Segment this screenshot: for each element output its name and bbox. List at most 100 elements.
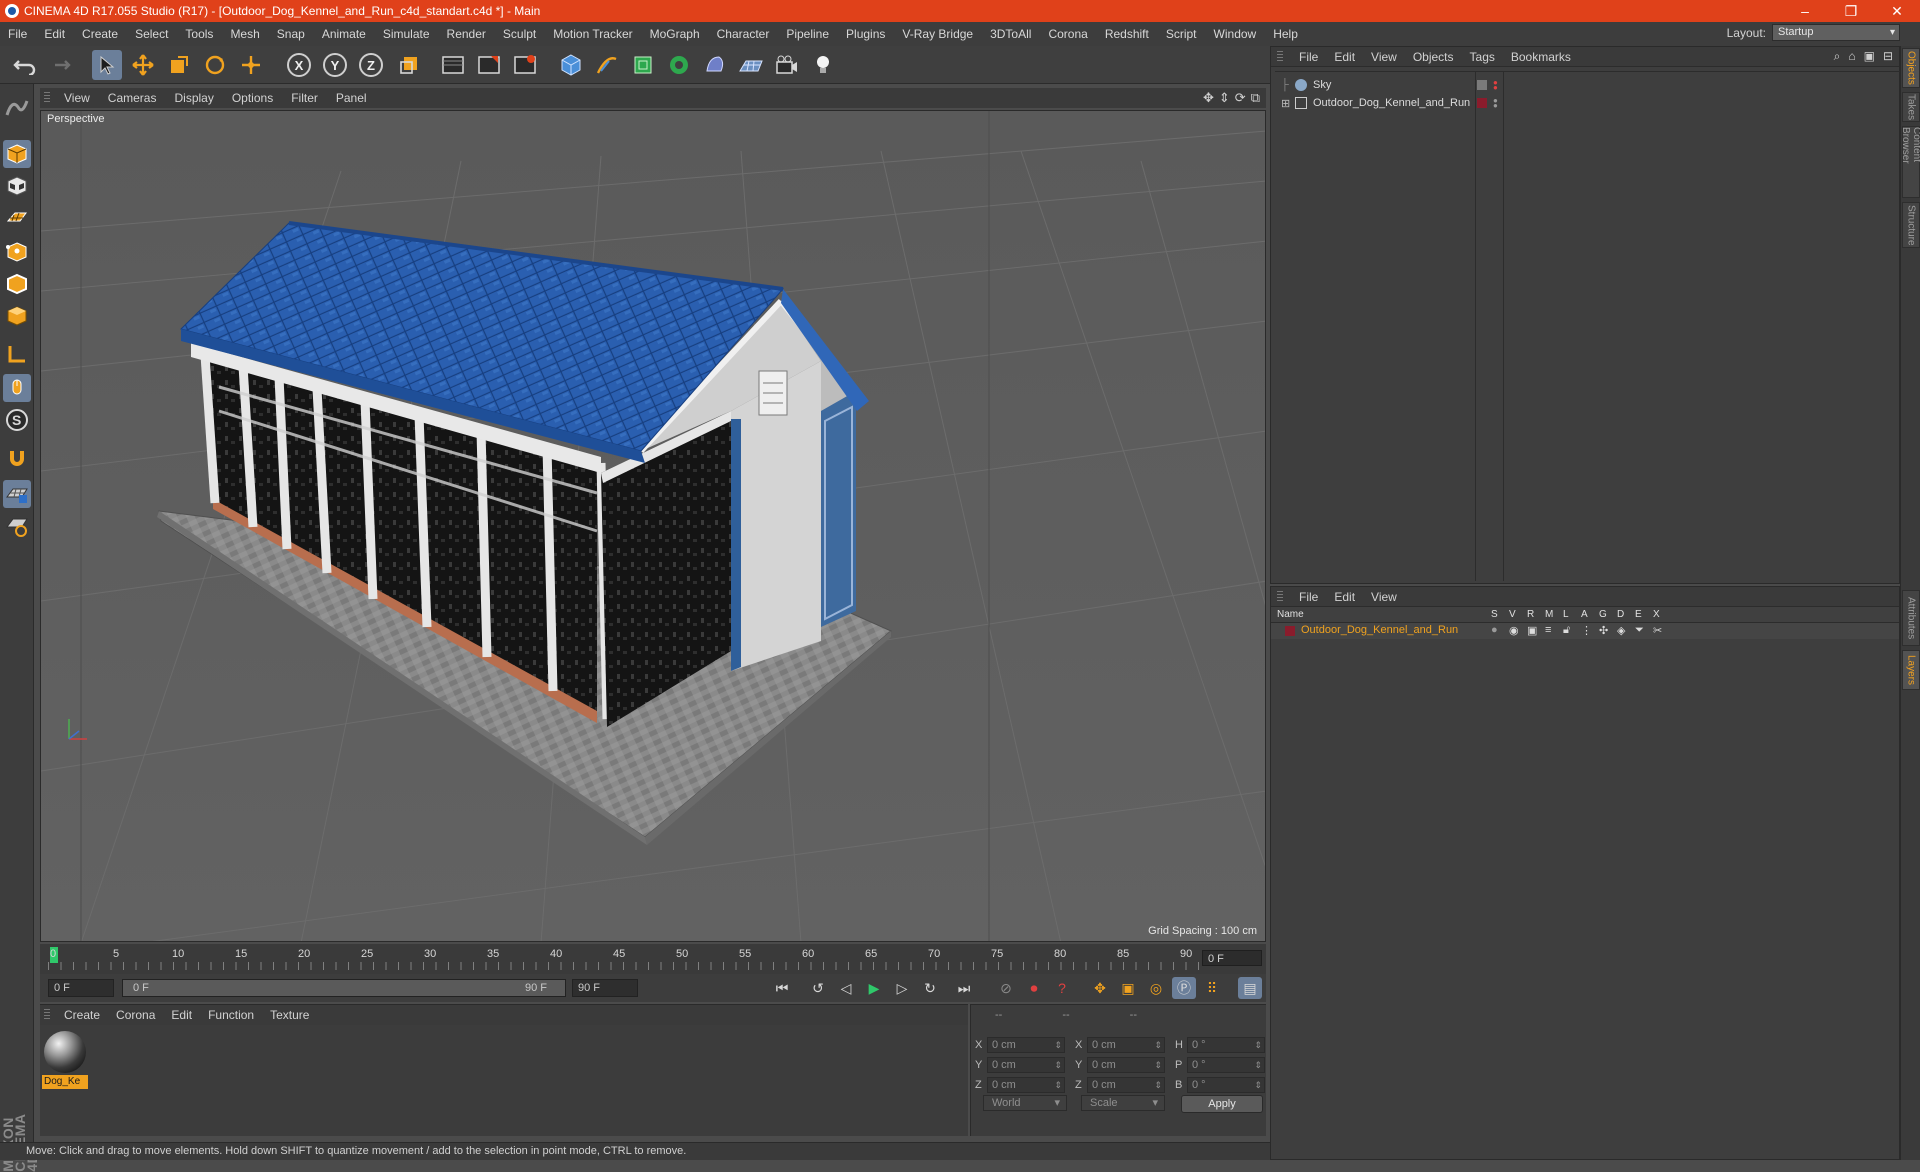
animation-toggle-icon[interactable]: ⋮ xyxy=(1581,624,1592,637)
object-name[interactable]: Outdoor_Dog_Kennel_and_Run xyxy=(1313,97,1470,109)
key-rotate-icon[interactable]: ◎ xyxy=(1144,977,1168,999)
object-menu-view[interactable]: View xyxy=(1363,50,1405,64)
restore-button[interactable]: ❐ xyxy=(1828,0,1874,22)
column-render[interactable]: R xyxy=(1527,609,1534,620)
object-menu-bookmarks[interactable]: Bookmarks xyxy=(1503,50,1579,64)
pan-icon[interactable]: ✥ xyxy=(1203,90,1214,106)
go-to-end-icon[interactable]: ⏭ xyxy=(952,977,976,999)
object-row-sky[interactable]: ├ Sky ● ● xyxy=(1281,76,1901,94)
magnet-icon[interactable] xyxy=(3,444,31,472)
layer-menu-edit[interactable]: Edit xyxy=(1326,590,1363,604)
expand-icon[interactable]: ⊞ xyxy=(1281,97,1295,110)
tab-structure[interactable]: Structure xyxy=(1902,202,1920,248)
texture-mode-icon[interactable] xyxy=(3,172,31,200)
coordinate-mode-select[interactable]: Scale xyxy=(1081,1095,1165,1111)
viewport-menu-panel[interactable]: Panel xyxy=(328,91,377,105)
menu-file[interactable]: File xyxy=(0,27,36,41)
manager-toggle-icon[interactable]: ≡ xyxy=(1545,624,1551,636)
play-icon[interactable]: ▶ xyxy=(862,977,886,999)
undo-icon[interactable] xyxy=(10,50,40,80)
menu-mesh[interactable]: Mesh xyxy=(222,27,268,41)
timeline-ruler[interactable]: 0 5 10 15 20 25 30 35 40 45 50 55 60 65 … xyxy=(40,944,1266,974)
layer-tag-icon[interactable] xyxy=(1477,80,1487,90)
menu-create[interactable]: Create xyxy=(74,27,127,41)
snap-icon[interactable]: S xyxy=(3,406,31,434)
rotate-icon[interactable] xyxy=(200,50,230,80)
search-icon[interactable]: ⌕ xyxy=(1834,49,1841,64)
workplane-icon[interactable] xyxy=(3,204,31,232)
column-manager[interactable]: M xyxy=(1545,609,1553,620)
transform-icon[interactable] xyxy=(236,50,266,80)
tab-content-browser[interactable]: Content Browser xyxy=(1900,126,1920,198)
rotation-b-field[interactable]: 0 ° xyxy=(1187,1077,1265,1093)
material-menu-create[interactable]: Create xyxy=(56,1008,108,1022)
polygons-mode-icon[interactable] xyxy=(3,302,31,330)
record-off-icon[interactable]: ⊘ xyxy=(994,977,1018,999)
tab-attributes[interactable]: Attributes xyxy=(1902,590,1920,646)
make-editable-icon[interactable] xyxy=(3,94,31,122)
dolly-icon[interactable]: ⇕ xyxy=(1219,90,1230,106)
material-menu-corona[interactable]: Corona xyxy=(108,1008,163,1022)
grid-rotate-icon[interactable] xyxy=(3,512,31,540)
cube-icon[interactable] xyxy=(556,50,586,80)
key-pla-icon[interactable]: ⠿ xyxy=(1200,977,1224,999)
expression-toggle-icon[interactable]: ⏷ xyxy=(1635,624,1644,637)
layout-select[interactable]: Startup xyxy=(1772,24,1900,41)
coordinate-system-icon[interactable] xyxy=(394,50,424,80)
z-axis-icon[interactable]: Z xyxy=(356,50,386,80)
material-menu-texture[interactable]: Texture xyxy=(262,1008,317,1022)
timeline-end-field[interactable]: 0 F xyxy=(1202,950,1262,966)
x-axis-icon[interactable]: X xyxy=(284,50,314,80)
collapse-icon[interactable]: ⊟ xyxy=(1883,49,1893,64)
floor-icon[interactable] xyxy=(736,50,766,80)
lock-toggle-icon[interactable]: 🔓︎ xyxy=(1563,624,1570,637)
column-animation[interactable]: A xyxy=(1581,609,1588,620)
menu-plugins[interactable]: Plugins xyxy=(838,27,894,41)
object-menu-objects[interactable]: Objects xyxy=(1405,50,1462,64)
menu-select[interactable]: Select xyxy=(127,27,177,41)
minimize-button[interactable]: – xyxy=(1782,0,1828,22)
frame-range-slider[interactable]: 0 F 90 F xyxy=(122,979,566,997)
generator-toggle-icon[interactable]: ✣ xyxy=(1599,624,1608,637)
array-icon[interactable] xyxy=(664,50,694,80)
redo-icon[interactable] xyxy=(44,50,74,80)
new-view-icon[interactable]: ▣ xyxy=(1864,49,1875,64)
column-locked[interactable]: L xyxy=(1563,609,1569,620)
previous-keyframe-icon[interactable]: ↺ xyxy=(806,977,830,999)
object-menu-tags[interactable]: Tags xyxy=(1462,50,1503,64)
next-frame-icon[interactable]: ▷ xyxy=(890,977,914,999)
viewport-menu-filter[interactable]: Filter xyxy=(283,91,328,105)
key-param-icon[interactable]: Ⓟ xyxy=(1172,977,1196,999)
material-menu-function[interactable]: Function xyxy=(200,1008,262,1022)
solo-toggle-icon[interactable]: ● xyxy=(1491,624,1498,636)
viewport-menu-view[interactable]: View xyxy=(56,91,100,105)
menu-corona[interactable]: Corona xyxy=(1040,27,1096,41)
apply-button[interactable]: Apply xyxy=(1181,1095,1263,1113)
end-frame-field[interactable]: 90 F xyxy=(572,979,638,997)
viewport-menu-options[interactable]: Options xyxy=(224,91,283,105)
tab-takes[interactable]: Takes xyxy=(1902,92,1920,122)
tab-layers[interactable]: Layers xyxy=(1902,650,1920,690)
layer-name[interactable]: Outdoor_Dog_Kennel_and_Run xyxy=(1301,624,1458,636)
position-y-field[interactable]: 0 cm xyxy=(987,1057,1065,1073)
render-view-icon[interactable] xyxy=(438,50,468,80)
menu-script[interactable]: Script xyxy=(1158,27,1206,41)
coordinate-space-select[interactable]: World xyxy=(983,1095,1067,1111)
object-menu-edit[interactable]: Edit xyxy=(1326,50,1363,64)
menu-vray-bridge[interactable]: V-Ray Bridge xyxy=(894,27,982,41)
home-icon[interactable]: ⌂ xyxy=(1848,49,1855,64)
menu-snap[interactable]: Snap xyxy=(269,27,314,41)
render-settings-icon[interactable] xyxy=(510,50,540,80)
timeline-window-icon[interactable]: ▤ xyxy=(1238,977,1262,999)
tweak-mode-icon[interactable] xyxy=(3,374,31,402)
column-generators[interactable]: G xyxy=(1599,609,1607,620)
menu-help[interactable]: Help xyxy=(1265,27,1307,41)
object-menu-file[interactable]: File xyxy=(1291,50,1326,64)
menu-edit[interactable]: Edit xyxy=(36,27,74,41)
layer-row[interactable]: Outdoor_Dog_Kennel_and_Run ● ◉ ▣ ≡ 🔓︎ ⋮ … xyxy=(1271,623,1899,639)
layer-color-swatch[interactable] xyxy=(1285,626,1295,636)
menu-redshift[interactable]: Redshift xyxy=(1097,27,1158,41)
column-solo[interactable]: S xyxy=(1491,609,1498,620)
rotation-p-field[interactable]: 0 ° xyxy=(1187,1057,1265,1073)
pen-icon[interactable] xyxy=(592,50,622,80)
